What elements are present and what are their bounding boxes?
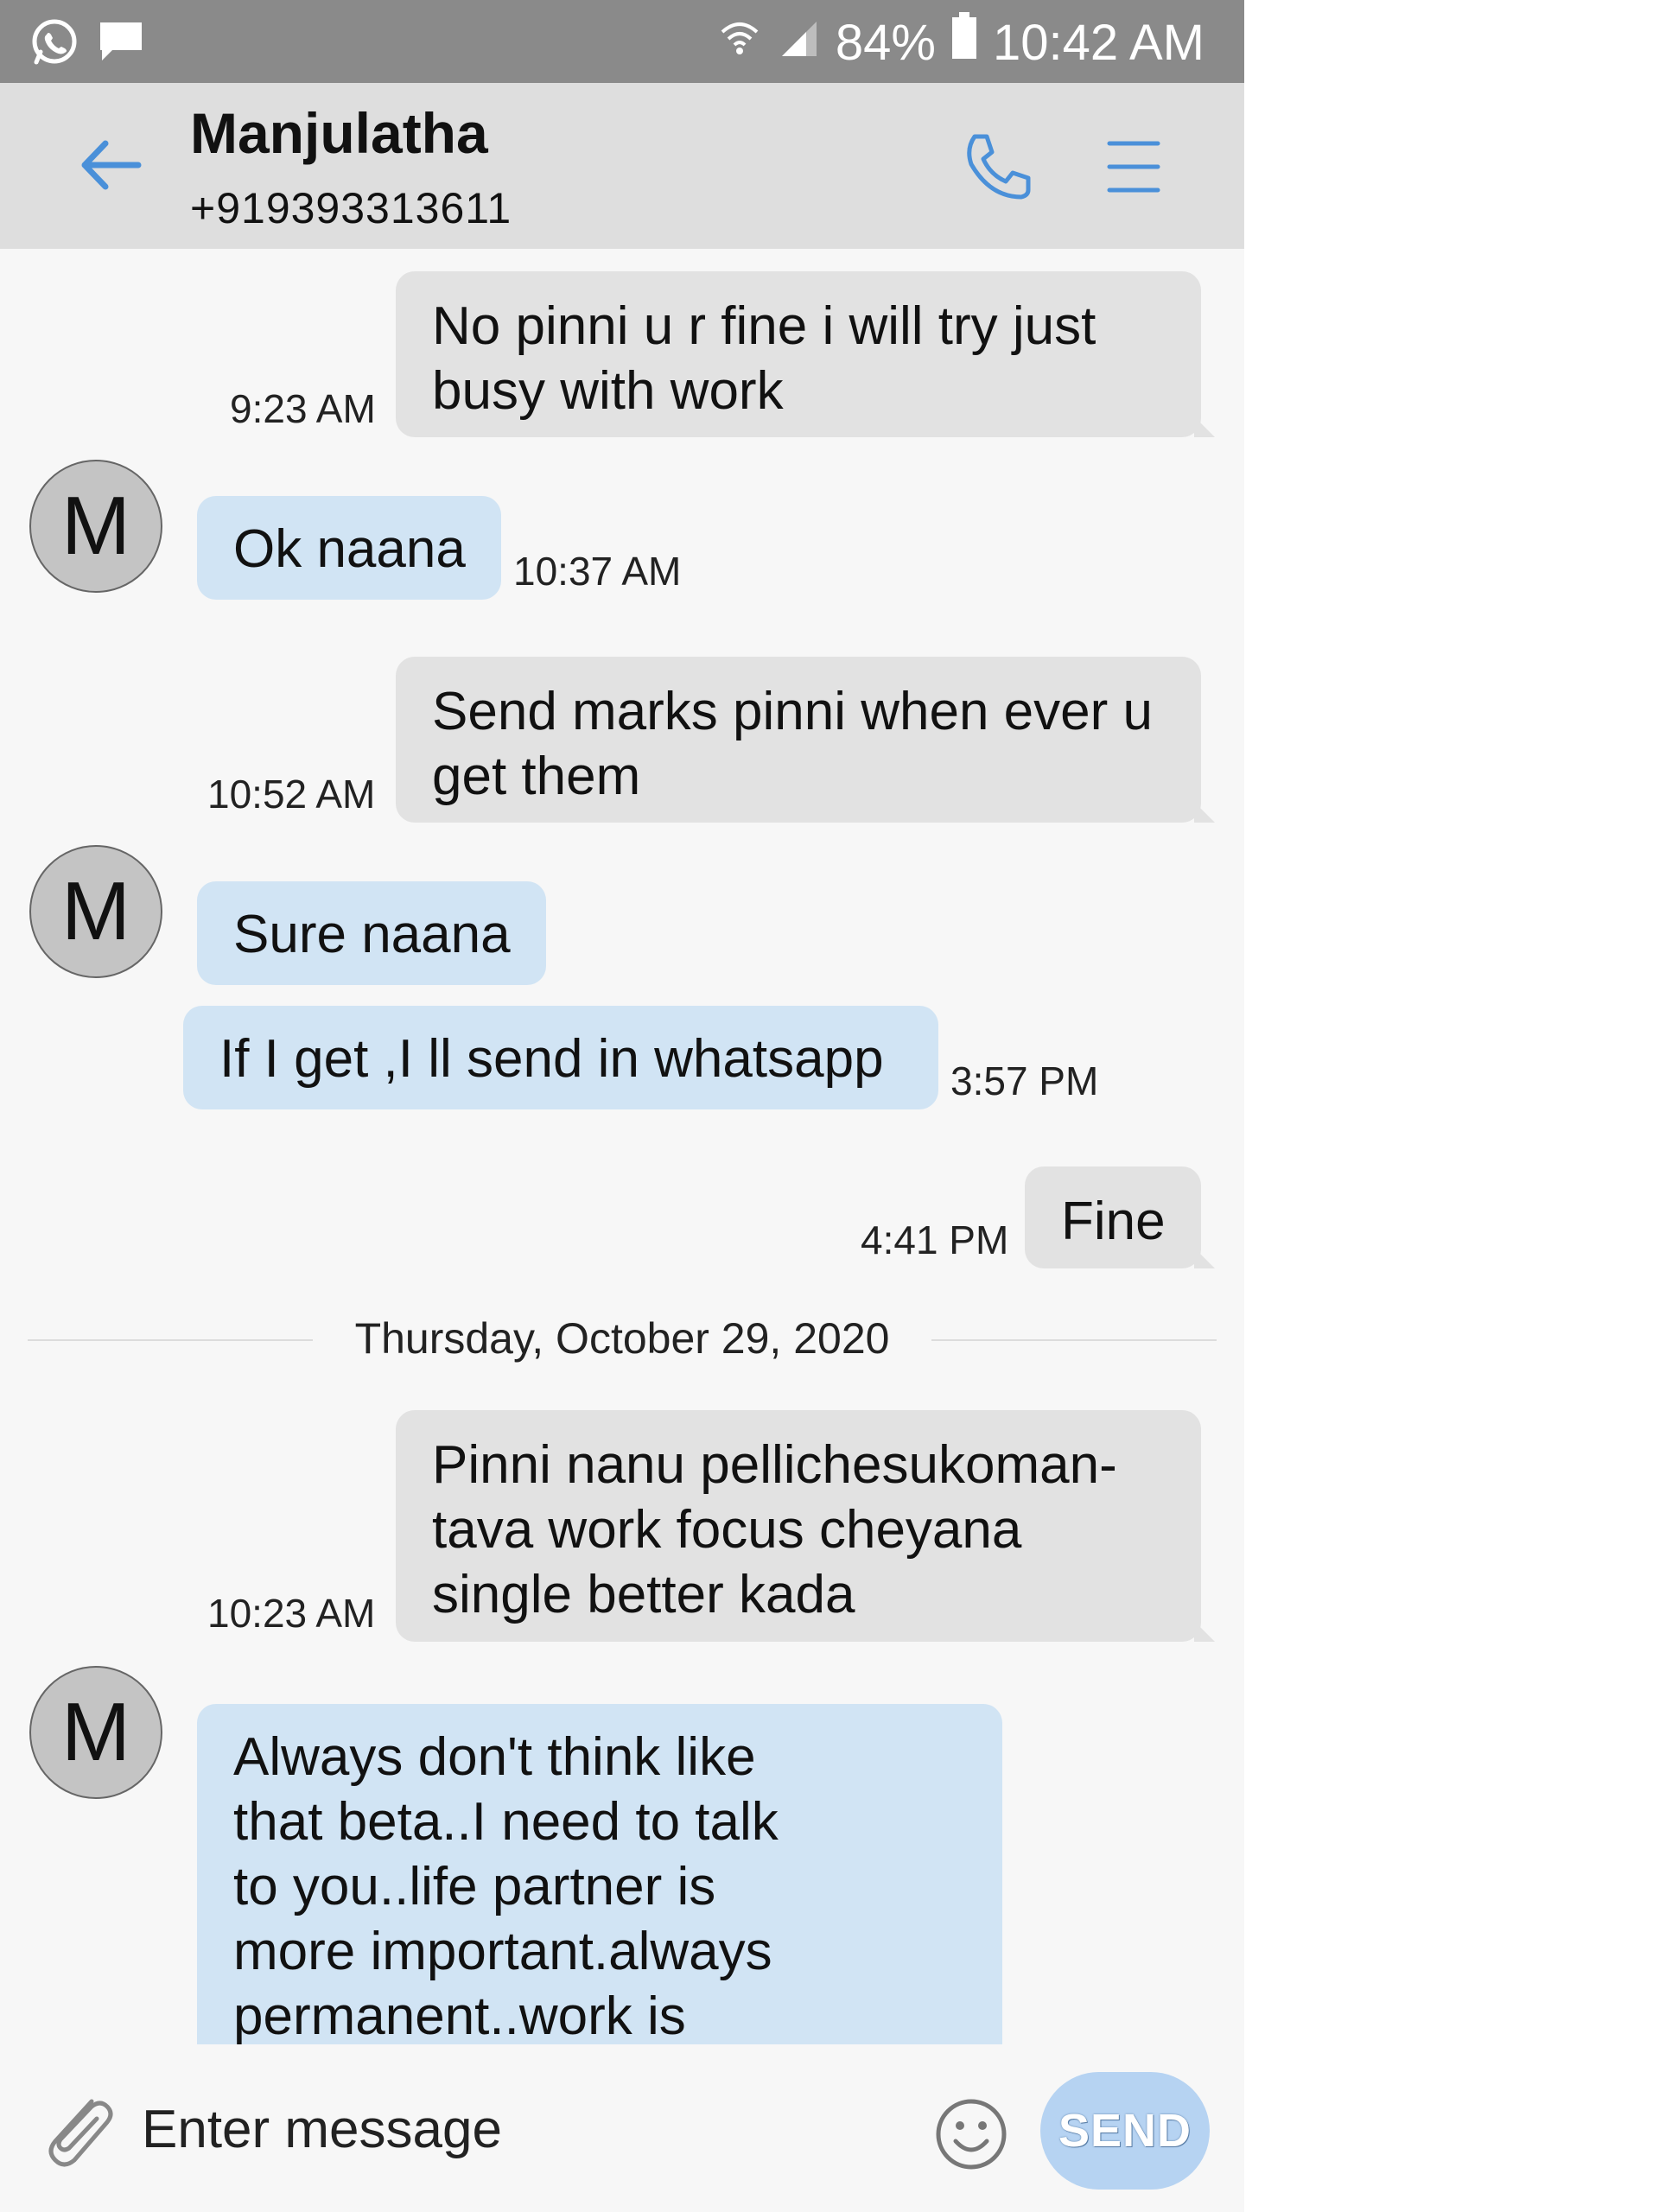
message-bubble-incoming[interactable]: Ok naana [197, 496, 501, 600]
message-text: Always don't think like that beta..I nee… [233, 1727, 779, 2044]
date-separator: Thursday, October 29, 2020 [28, 1313, 1217, 1365]
battery-icon [951, 12, 977, 73]
call-button[interactable] [961, 130, 1035, 204]
message-bubble-incoming[interactable]: If I get ,I ll send in whatsapp [183, 1006, 938, 1109]
phone-icon [967, 134, 1031, 200]
message-text: Ok naana [233, 519, 466, 579]
message-text: If I get ,I ll send in whatsapp [219, 1029, 884, 1089]
contact-name: Manjulatha [190, 101, 488, 165]
emoji-icon [936, 2099, 1007, 2170]
signal-icon [777, 14, 820, 72]
battery-percent: 84% [835, 14, 936, 71]
avatar[interactable]: M [29, 1666, 162, 1799]
message-bubble-outgoing[interactable]: Send marks pinni when ever u get them [396, 657, 1201, 823]
message-timestamp: 10:52 AM [207, 772, 376, 817]
menu-icon [1107, 141, 1160, 193]
paperclip-icon [48, 2099, 113, 2167]
message-timestamp: 10:37 AM [513, 549, 682, 594]
back-arrow-icon [81, 140, 142, 190]
message-text: Fine [1061, 1192, 1166, 1251]
message-timestamp: 9:23 AM [230, 386, 376, 431]
wifi-icon [718, 14, 761, 72]
message-bubble-incoming[interactable]: Always don't think like that beta..I nee… [197, 1704, 1002, 2044]
attach-button[interactable] [40, 2091, 118, 2174]
send-button[interactable]: SEND [1040, 2072, 1210, 2190]
message-text: Pinni nanu pellichesukoman-tava work foc… [432, 1435, 1117, 1624]
status-bar: 84% 10:42 AM [0, 0, 1244, 83]
status-bar-left [29, 17, 145, 72]
message-composer: SEND [0, 2044, 1244, 2212]
message-bubble-outgoing[interactable]: No pinni u r fine i will try just busy w… [396, 271, 1201, 437]
message-bubble-outgoing[interactable]: Fine [1025, 1166, 1201, 1268]
emoji-button[interactable] [933, 2096, 1009, 2172]
divider [931, 1339, 1217, 1341]
back-button[interactable] [76, 135, 145, 195]
avatar[interactable]: M [29, 845, 162, 978]
message-input[interactable] [140, 2089, 904, 2169]
whatsapp-icon [29, 17, 79, 72]
message-bubble-outgoing[interactable]: Pinni nanu pellichesukoman-tava work foc… [396, 1410, 1201, 1642]
message-timestamp: 4:41 PM [861, 1217, 1009, 1262]
message-list[interactable]: No pinni u r fine i will try just busy w… [0, 249, 1244, 2044]
message-text: Send marks pinni when ever u get them [432, 682, 1154, 806]
message-text: No pinni u r fine i will try just busy w… [432, 296, 1096, 421]
phone-screen: 84% 10:42 AM Manjulatha +919393313611 No… [0, 0, 1244, 2212]
message-text: Sure naana [233, 905, 511, 964]
status-bar-right: 84% 10:42 AM [718, 12, 1205, 73]
message-bubble-incoming[interactable]: Sure naana [197, 881, 546, 985]
chat-notification-icon [97, 19, 145, 70]
clock: 10:42 AM [992, 14, 1205, 71]
contact-number: +919393313611 [190, 184, 512, 232]
menu-button[interactable] [1106, 137, 1161, 197]
message-timestamp: 3:57 PM [950, 1058, 1099, 1103]
conversation-header: Manjulatha +919393313611 [0, 83, 1244, 249]
avatar[interactable]: M [29, 460, 162, 593]
message-timestamp: 10:23 AM [207, 1591, 376, 1636]
date-separator-text: Thursday, October 29, 2020 [354, 1314, 890, 1363]
